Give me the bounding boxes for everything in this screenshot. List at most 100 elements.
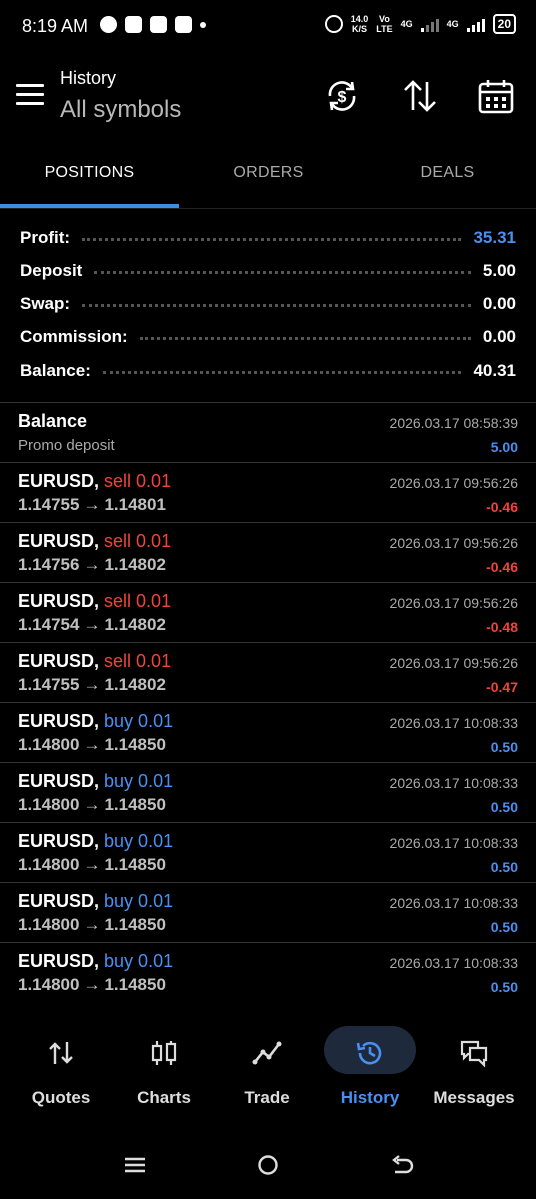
currency-sync-icon[interactable]: $ [322, 76, 362, 116]
summary-value: 5.00 [482, 261, 516, 280]
signal-icon [420, 16, 439, 32]
row-subtitle: Promo deposit [18, 437, 115, 454]
symbol-filter[interactable]: All symbols [60, 96, 181, 124]
row-time: 2026.03.17 10:08:33 [389, 955, 518, 971]
home-icon[interactable] [253, 1150, 283, 1180]
youtube-icon [125, 16, 142, 33]
row-time: 2026.03.17 10:08:33 [389, 895, 518, 911]
nav-quotes[interactable]: Quotes [9, 1026, 113, 1116]
row-side: sell 0.01 [104, 471, 172, 491]
arrow-icon: → [83, 855, 101, 874]
position-row[interactable]: EURUSD, sell 0.01 1.14754 → 1.14802 2026.0… [0, 583, 536, 643]
summary-value: 0.00 [482, 294, 516, 313]
position-row[interactable]: EURUSD, buy 0.01 1.14800 → 1.14850 2026.03… [0, 943, 536, 1003]
whatsapp-icon [100, 16, 117, 33]
app-header: History All symbols $ [0, 60, 536, 140]
svg-text:$: $ [338, 89, 347, 106]
row-time: 2026.03.17 08:58:39 [389, 415, 518, 431]
row-symbol: EURUSD, [18, 951, 100, 971]
messages-icon [460, 1040, 488, 1068]
close-price: 1.14850 [104, 975, 166, 994]
position-row[interactable]: EURUSD, buy 0.01 1.14800 → 1.14850 2026.03… [0, 883, 536, 943]
row-time: 2026.03.17 10:08:33 [389, 715, 518, 731]
position-row[interactable]: EURUSD, buy 0.01 1.14800 → 1.14850 2026.03… [0, 763, 536, 823]
arrow-icon: → [83, 495, 101, 514]
summary-label: Balance: [20, 361, 91, 380]
close-price: 1.14850 [104, 855, 166, 874]
summary-value: 0.00 [482, 327, 516, 346]
close-price: 1.14802 [104, 555, 166, 574]
row-side: buy 0.01 [104, 891, 174, 911]
app-notification-icon [175, 16, 192, 33]
page-title: History [60, 68, 117, 88]
back-icon[interactable] [387, 1150, 417, 1180]
row-time: 2026.03.17 10:08:33 [389, 835, 518, 851]
calendar-icon[interactable] [476, 76, 516, 116]
row-profit: 0.50 [490, 859, 518, 875]
position-row[interactable]: EURUSD, sell 0.01 1.14755 → 1.14802 2026.0… [0, 643, 536, 703]
nav-label: Quotes [31, 1088, 91, 1107]
position-row[interactable]: EURUSD, sell 0.01 1.14756 → 1.14802 2026.0… [0, 523, 536, 583]
tab-positions[interactable]: POSITIONS [0, 164, 179, 182]
system-navigation-bar [0, 1140, 536, 1190]
sort-icon[interactable] [400, 76, 440, 116]
row-symbol: EURUSD, [18, 711, 100, 731]
tab-deals[interactable]: DEALS [358, 164, 536, 182]
nav-messages[interactable]: Messages [422, 1026, 526, 1116]
history-tabs: POSITIONS ORDERS DEALS [0, 150, 536, 209]
row-time: 2026.03.17 09:56:26 [389, 595, 518, 611]
summary-label: Swap: [20, 294, 71, 313]
dotted-leader [82, 236, 462, 241]
arrow-icon: → [83, 675, 101, 694]
row-profit: -0.48 [486, 619, 518, 635]
row-profit: -0.46 [486, 559, 518, 575]
row-side: buy 0.01 [104, 951, 174, 971]
summary-swap: Swap: 0.00 [20, 289, 516, 319]
balance-operation-row[interactable]: Balance Promo deposit 2026.03.17 08:58:3… [0, 403, 536, 463]
row-side: buy 0.01 [104, 831, 174, 851]
battery-icon: 20 [492, 14, 516, 34]
app-notification-icon [150, 16, 167, 33]
row-time: 2026.03.17 09:56:26 [389, 475, 518, 491]
open-price: 1.14800 [18, 735, 80, 754]
nav-trade[interactable]: Trade [215, 1026, 319, 1116]
row-side: sell 0.01 [104, 651, 172, 671]
position-row[interactable]: EURUSD, sell 0.01 1.14755 → 1.14801 2026.0… [0, 463, 536, 523]
volte-indicator: Vo LTE [376, 14, 393, 34]
row-profit: -0.46 [486, 499, 518, 515]
nav-history[interactable]: History [318, 1026, 422, 1116]
dotted-leader [102, 369, 462, 374]
recent-apps-icon[interactable] [120, 1150, 150, 1180]
row-symbol: EURUSD, [18, 891, 100, 911]
more-notifications-dot [200, 21, 206, 28]
row-profit: 0.50 [490, 979, 518, 995]
open-price: 1.14755 [18, 675, 80, 694]
position-row[interactable]: EURUSD, buy 0.01 1.14800 → 1.14850 2026.03… [0, 823, 536, 883]
dotted-leader [82, 302, 471, 307]
arrow-icon: → [83, 915, 101, 934]
arrow-icon: → [83, 735, 101, 754]
summary-label: Profit: [20, 228, 71, 247]
row-time: 2026.03.17 09:56:26 [389, 655, 518, 671]
summary-deposit: Deposit 5.00 [20, 256, 516, 286]
tab-orders[interactable]: ORDERS [179, 164, 358, 182]
row-title: Balance [18, 411, 88, 431]
position-row[interactable]: EURUSD, buy 0.01 1.14800 → 1.14850 2026.03… [0, 703, 536, 763]
nav-label: Charts [137, 1088, 191, 1107]
row-profit: 0.50 [490, 739, 518, 755]
nav-charts[interactable]: Charts [112, 1026, 216, 1116]
close-price: 1.14802 [104, 615, 166, 634]
summary-value: 35.31 [473, 228, 516, 247]
signal-icon [466, 16, 485, 32]
menu-icon[interactable] [16, 84, 44, 106]
row-time: 2026.03.17 09:56:26 [389, 535, 518, 551]
charts-icon [151, 1041, 177, 1065]
row-side: buy 0.01 [104, 771, 174, 791]
row-symbol: EURUSD, [18, 651, 100, 671]
status-time: 8:19 AM [22, 16, 89, 36]
row-symbol: EURUSD, [18, 831, 100, 851]
row-symbol: EURUSD, [18, 771, 100, 791]
close-price: 1.14850 [104, 795, 166, 814]
signal-type-1: 4G [400, 19, 413, 29]
row-symbol: EURUSD, [18, 471, 100, 491]
